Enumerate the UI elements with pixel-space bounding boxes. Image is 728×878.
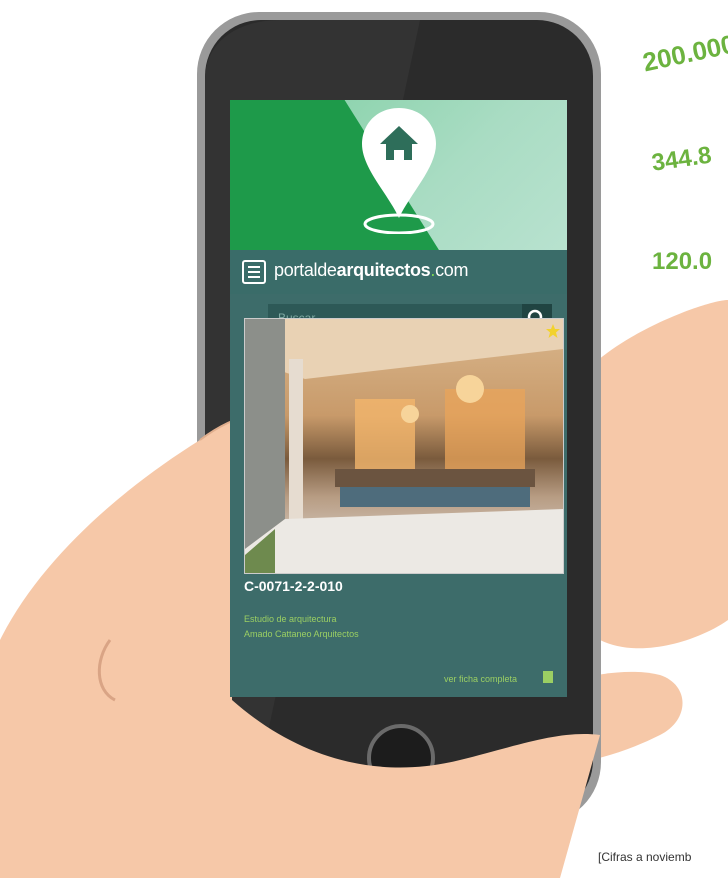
view-full-link[interactable]: ver ficha completa	[444, 674, 517, 684]
site-logo[interactable]: portaldearquitectos.com	[274, 260, 469, 281]
brand-tld: com	[435, 260, 469, 280]
listing-card[interactable]	[244, 318, 564, 574]
listing-category: Estudio de arquitectura	[244, 614, 337, 624]
listing-studio[interactable]: Amado Cattaneo Arquitectos	[244, 629, 359, 639]
stat-visits: 120.0	[652, 248, 713, 275]
hero-banner	[230, 100, 567, 250]
photo-detail	[245, 319, 563, 573]
brand-bold: arquitectos	[336, 260, 431, 280]
listing-code: C-0071-2-2-010	[244, 578, 343, 594]
document-icon[interactable]	[543, 671, 553, 683]
listing-photo[interactable]	[245, 319, 563, 573]
star-icon[interactable]	[545, 323, 561, 339]
phone-screen: portaldearquitectos.com Buscar... C-0071…	[230, 100, 567, 697]
menu-icon[interactable]	[242, 260, 266, 284]
brand-light: portalde	[274, 260, 337, 280]
home-pin-icon	[362, 108, 436, 234]
footnote: [Cifras a noviemb	[598, 850, 692, 864]
